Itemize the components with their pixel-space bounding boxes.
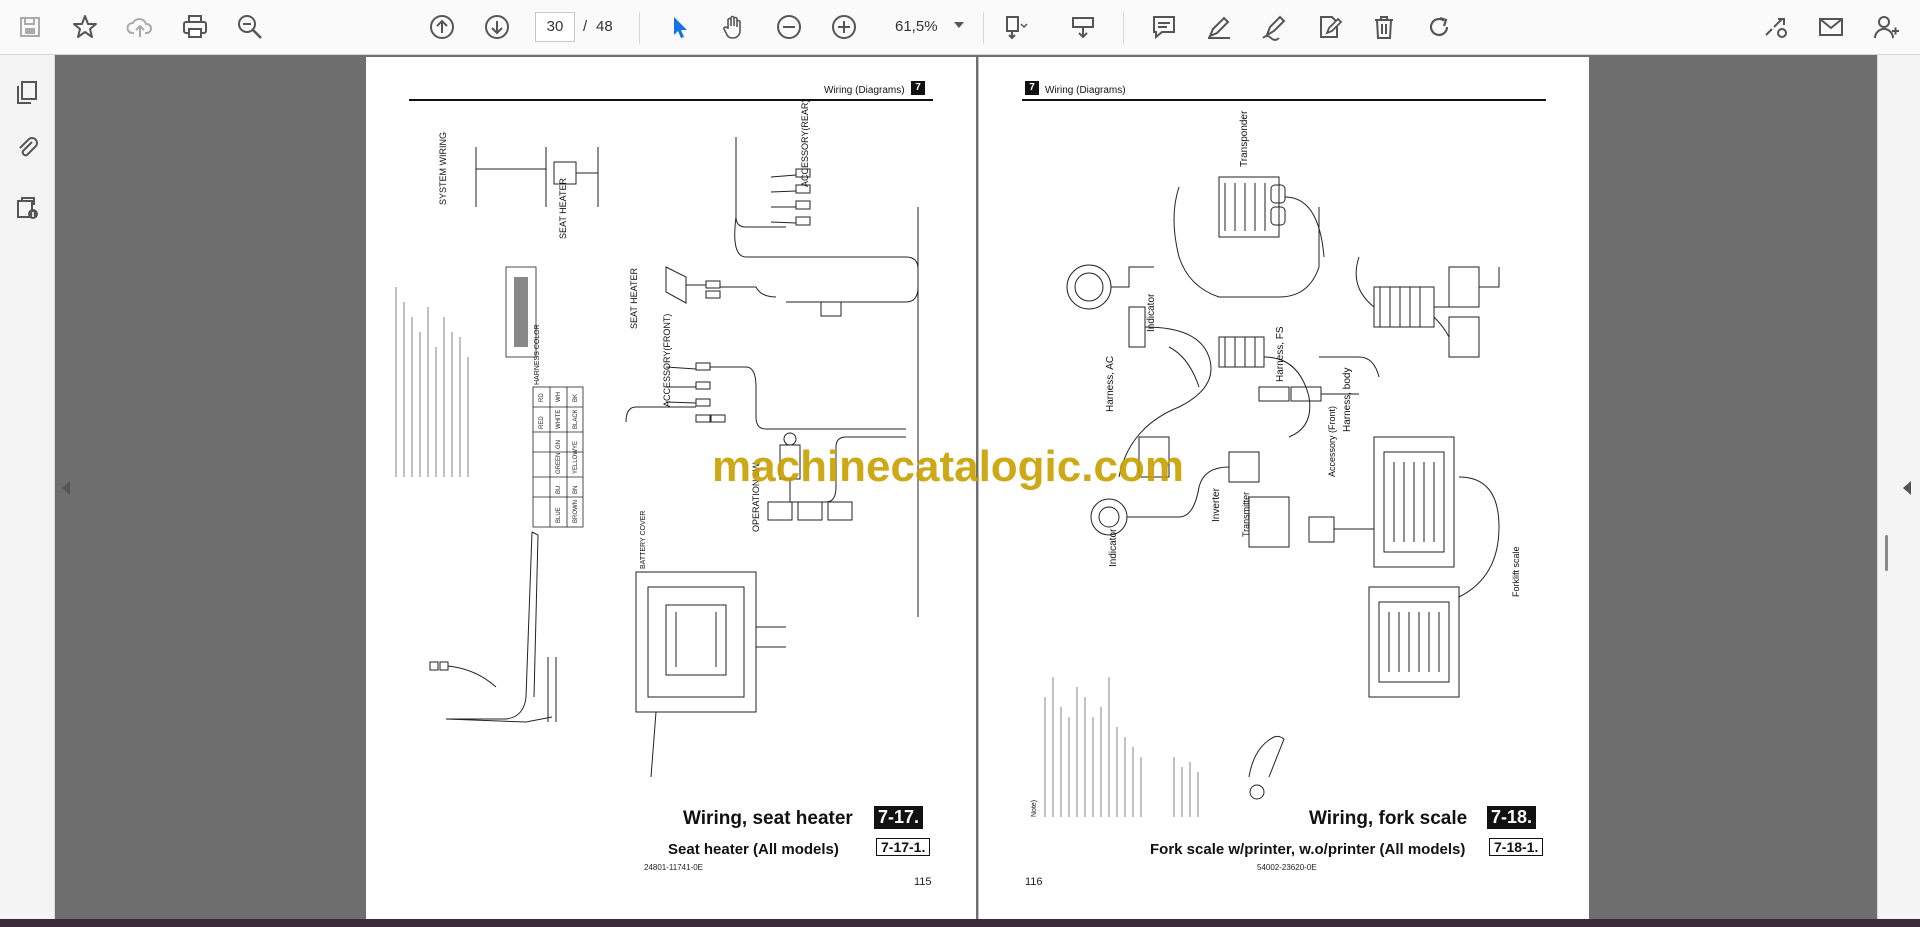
svg-text:YELLOW: YELLOW — [573, 449, 579, 474]
svg-text:BN: BN — [573, 486, 579, 494]
note-label: Note) — [1031, 799, 1038, 817]
page-number-input[interactable]: 30 — [535, 12, 575, 42]
hand-tool-icon[interactable] — [717, 10, 751, 44]
svg-text:BK: BK — [573, 394, 579, 402]
indicator-label-bottom: Indicator — [1108, 528, 1119, 567]
system-wiring-label: SYSTEM WIRING — [438, 131, 448, 205]
print-icon[interactable] — [178, 10, 212, 44]
email-icon[interactable] — [1814, 10, 1848, 44]
zoom-in-icon[interactable] — [827, 10, 861, 44]
select-pointer-icon[interactable] — [662, 10, 696, 44]
subsection-title: Seat heater (All models) — [668, 841, 839, 858]
taskbar-edge — [0, 919, 1920, 927]
svg-text:GREEN: GREEN — [556, 453, 562, 474]
next-page-icon[interactable] — [480, 10, 514, 44]
harness-body-label: Harness, body — [1342, 367, 1353, 432]
page-fit-icon[interactable] — [998, 10, 1032, 44]
chevron-down-icon[interactable] — [954, 22, 964, 28]
zoom-out-icon[interactable] — [772, 10, 806, 44]
toolbar: 30 / 48 61,5% — [0, 0, 1920, 55]
edit-document-icon[interactable] — [1312, 10, 1346, 44]
highlight-pen-icon[interactable] — [1202, 10, 1236, 44]
redo-rotate-icon[interactable] — [1422, 10, 1456, 44]
svg-text:RD: RD — [539, 393, 545, 402]
scroll-mode-icon[interactable] — [1066, 10, 1100, 44]
seat-heater-connector-label: SEAT HEATER — [629, 267, 639, 329]
subsection-title: Fork scale w/printer, w.o/printer (All m… — [1150, 841, 1466, 858]
subsection-number: 7-18-1. — [1489, 838, 1544, 856]
forklift-scale-label: Forklift scale — [1511, 546, 1521, 597]
previous-page-icon[interactable] — [425, 10, 459, 44]
toolbar-divider — [1123, 12, 1124, 44]
page-number: 116 — [1025, 876, 1043, 888]
svg-text:BROWN: BROWN — [573, 500, 579, 523]
page-number: 115 — [914, 876, 932, 888]
delete-trash-icon[interactable] — [1367, 10, 1401, 44]
transponder-label: Transponder — [1239, 110, 1250, 167]
expand-right-panel-icon[interactable] — [1903, 481, 1911, 495]
cloud-upload-icon[interactable] — [123, 10, 157, 44]
section-number: 7-17. — [874, 806, 924, 829]
svg-text:WH: WH — [556, 392, 562, 402]
accessory-rear-label: ACCESSORY(REAR) — [800, 99, 810, 187]
zoom-search-icon[interactable] — [233, 10, 267, 44]
document-properties-icon[interactable] — [10, 191, 44, 225]
sign-icon[interactable] — [1257, 10, 1291, 44]
add-user-icon[interactable] — [1869, 10, 1903, 44]
svg-text:YE: YE — [573, 441, 579, 449]
document-code: 54002-23620-0E — [1257, 863, 1317, 872]
svg-text:BU: BU — [556, 486, 562, 494]
indicator-label-top: Indicator — [1146, 293, 1157, 332]
section-number: 7-18. — [1487, 806, 1537, 829]
document-code: 24801-11741-0E — [644, 863, 704, 872]
watermark-text: machinecatalogic.com — [712, 442, 1184, 491]
page-total: 48 — [596, 18, 613, 35]
section-title: Wiring, fork scale — [1309, 808, 1468, 829]
svg-text:RED: RED — [539, 416, 545, 429]
left-sidebar — [0, 55, 55, 927]
attachment-paperclip-icon[interactable] — [10, 130, 44, 164]
harness-ac-label: Harness, AC — [1105, 355, 1116, 412]
harness-color-label: HARNESS COLOR — [534, 324, 541, 385]
toolbar-divider — [983, 12, 984, 44]
comment-icon[interactable] — [1147, 10, 1181, 44]
section-title: Wiring, seat heater — [683, 808, 853, 829]
svg-text:WHITE: WHITE — [556, 410, 562, 429]
page-thumbnails-icon[interactable] — [10, 75, 44, 109]
svg-text:GN: GN — [556, 440, 562, 449]
scrollbar-thumb[interactable] — [1885, 535, 1888, 571]
subsection-number: 7-17-1. — [876, 838, 931, 856]
collapse-left-icon[interactable] — [62, 481, 70, 495]
toolbar-divider — [639, 12, 640, 44]
battery-cover-label: BATTERY COVER — [640, 510, 647, 569]
share-link-icon[interactable] — [1759, 10, 1793, 44]
harness-fs-label: Harness, FS — [1275, 326, 1286, 382]
seat-heater-label: SEAT HEATER — [558, 177, 568, 239]
transmitter-label: Transmitter — [1241, 491, 1251, 537]
accessory-front-label: Accessory (Front) — [1327, 405, 1337, 477]
accessory-front-label: ACCESSORY(FRONT) — [662, 313, 672, 407]
svg-text:BLUE: BLUE — [556, 507, 562, 523]
svg-text:BLACK: BLACK — [573, 409, 579, 429]
bookmark-star-icon[interactable] — [68, 10, 102, 44]
right-sidebar — [1877, 55, 1920, 927]
save-icon[interactable] — [13, 10, 47, 44]
page-separator: / — [583, 18, 588, 35]
inverter-label: Inverter — [1211, 488, 1222, 522]
